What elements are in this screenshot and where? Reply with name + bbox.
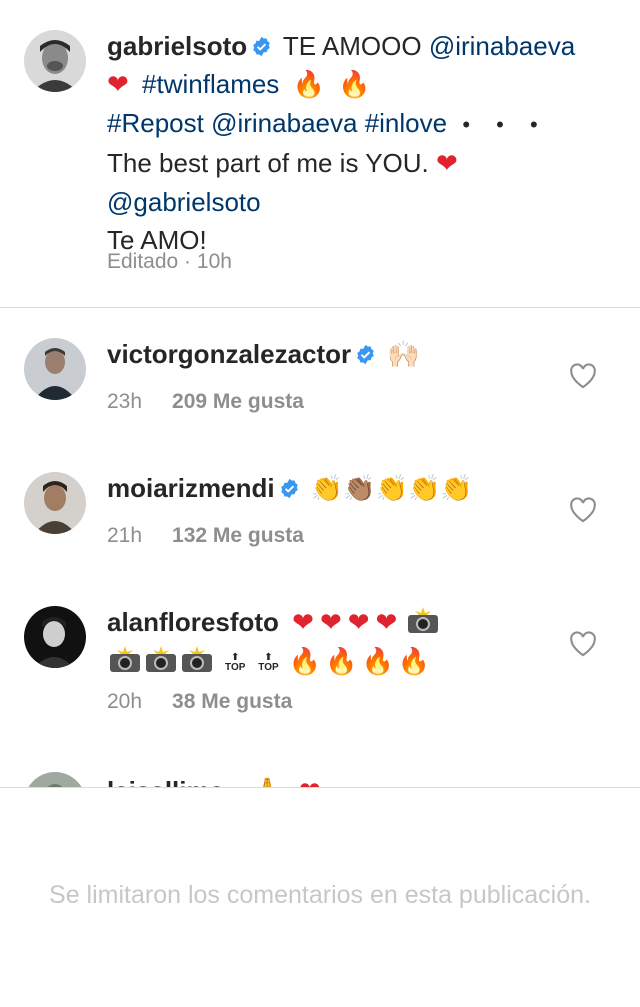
- caption-meta: Editado · 10h: [107, 250, 232, 273]
- comment-body: laisallima 🙏 ❤: [107, 772, 577, 788]
- comment-time: 20h: [107, 690, 143, 713]
- author-username[interactable]: gabrielsoto: [107, 31, 247, 61]
- pray-emoji-icon: 🙏: [251, 773, 283, 788]
- camera-flash-icon: [110, 646, 140, 672]
- camera-flash-icon: [182, 646, 212, 672]
- fire-icon: 🔥: [338, 70, 371, 100]
- commenter-username[interactable]: alanfloresfoto: [107, 607, 279, 637]
- red-heart-icon: ❤: [436, 149, 458, 179]
- comment-time: 21h: [107, 524, 143, 547]
- verified-badge-icon: [253, 36, 270, 57]
- comments-limited-note: Se limitaron los comentarios en esta pub…: [49, 881, 591, 909]
- heart-outline-icon[interactable]: [569, 363, 597, 389]
- red-heart-icon: ❤: [107, 70, 129, 100]
- commenter-username[interactable]: victorgonzalezactor: [107, 339, 351, 369]
- caption-mention-gabrielsoto[interactable]: @gabrielsoto: [107, 187, 261, 217]
- author-avatar[interactable]: [24, 30, 86, 92]
- comment-meta: 21h 132 Me gusta: [107, 524, 304, 548]
- commenter-avatar[interactable]: [24, 472, 86, 534]
- verified-badge-icon: [357, 344, 374, 365]
- comment-item-partial: laisallima 🙏 ❤: [0, 768, 640, 788]
- more-dots[interactable]: • • •: [462, 112, 547, 137]
- heart-outline-icon[interactable]: [569, 631, 597, 657]
- camera-flash-icon: [407, 607, 438, 633]
- camera-flash-icon: [146, 646, 176, 672]
- comment-meta: 23h 209 Me gusta: [107, 390, 304, 414]
- comment-body: alanfloresfoto ❤ ❤ ❤ ❤ ⬆ TOP ⬆ TOP 🔥 🔥 🔥 🔥: [107, 603, 577, 681]
- commenter-avatar[interactable]: [24, 772, 86, 788]
- commenter-avatar[interactable]: [24, 338, 86, 400]
- comment-time: 23h: [107, 390, 143, 413]
- heart-outline-icon[interactable]: [569, 497, 597, 523]
- hashtag-twinflames[interactable]: #twinflames: [142, 69, 279, 99]
- fire-icon: 🔥: [397, 647, 431, 677]
- post-caption: gabrielsoto TE AMOOO @irinabaeva ❤ #twin…: [0, 0, 640, 308]
- red-heart-icon: ❤: [319, 608, 342, 638]
- top-arrow-icon: ⬆ TOP: [225, 652, 246, 674]
- fire-icon: 🔥: [288, 647, 322, 677]
- caption-mention-irinabaeva-2[interactable]: @irinabaeva: [211, 108, 357, 138]
- commenter-avatar[interactable]: [24, 606, 86, 668]
- comment-emoji: 🙌🏻: [387, 340, 420, 370]
- top-arrow-icon: ⬆ TOP: [258, 652, 279, 674]
- verified-badge-icon: [280, 478, 298, 499]
- red-heart-icon: ❤: [292, 608, 314, 638]
- red-heart-icon: ❤: [299, 773, 321, 788]
- caption-line-3: The best part of me is YOU.: [107, 148, 429, 178]
- fire-icon: 🔥: [325, 647, 358, 677]
- red-heart-icon: ❤: [375, 608, 398, 638]
- hashtag-inlove[interactable]: #inlove: [365, 108, 447, 138]
- comment-meta: 20h 38 Me gusta: [107, 690, 292, 714]
- comments-divider: [0, 787, 640, 788]
- fire-icon: 🔥: [361, 647, 394, 677]
- commenter-username[interactable]: moiarizmendi: [107, 473, 275, 503]
- comment-likes[interactable]: 209 Me gusta: [172, 390, 304, 413]
- red-heart-icon: ❤: [347, 608, 370, 638]
- comment-body: victorgonzalezactor 🙌🏻: [107, 335, 577, 374]
- caption-text-1: TE AMOOO: [276, 31, 429, 61]
- comment-emoji: 👏👏🏽👏👏👏: [310, 474, 473, 504]
- comment-body: moiarizmendi 👏👏🏽👏👏👏: [107, 469, 577, 508]
- comment-likes[interactable]: 38 Me gusta: [172, 690, 292, 713]
- caption-mention-irinabaeva[interactable]: @irinabaeva: [429, 31, 575, 61]
- fire-icon: 🔥: [292, 70, 325, 100]
- caption-text: gabrielsoto TE AMOOO @irinabaeva ❤ #twin…: [107, 27, 627, 259]
- comment-likes[interactable]: 132 Me gusta: [172, 524, 304, 547]
- hashtag-repost[interactable]: #Repost: [107, 108, 204, 138]
